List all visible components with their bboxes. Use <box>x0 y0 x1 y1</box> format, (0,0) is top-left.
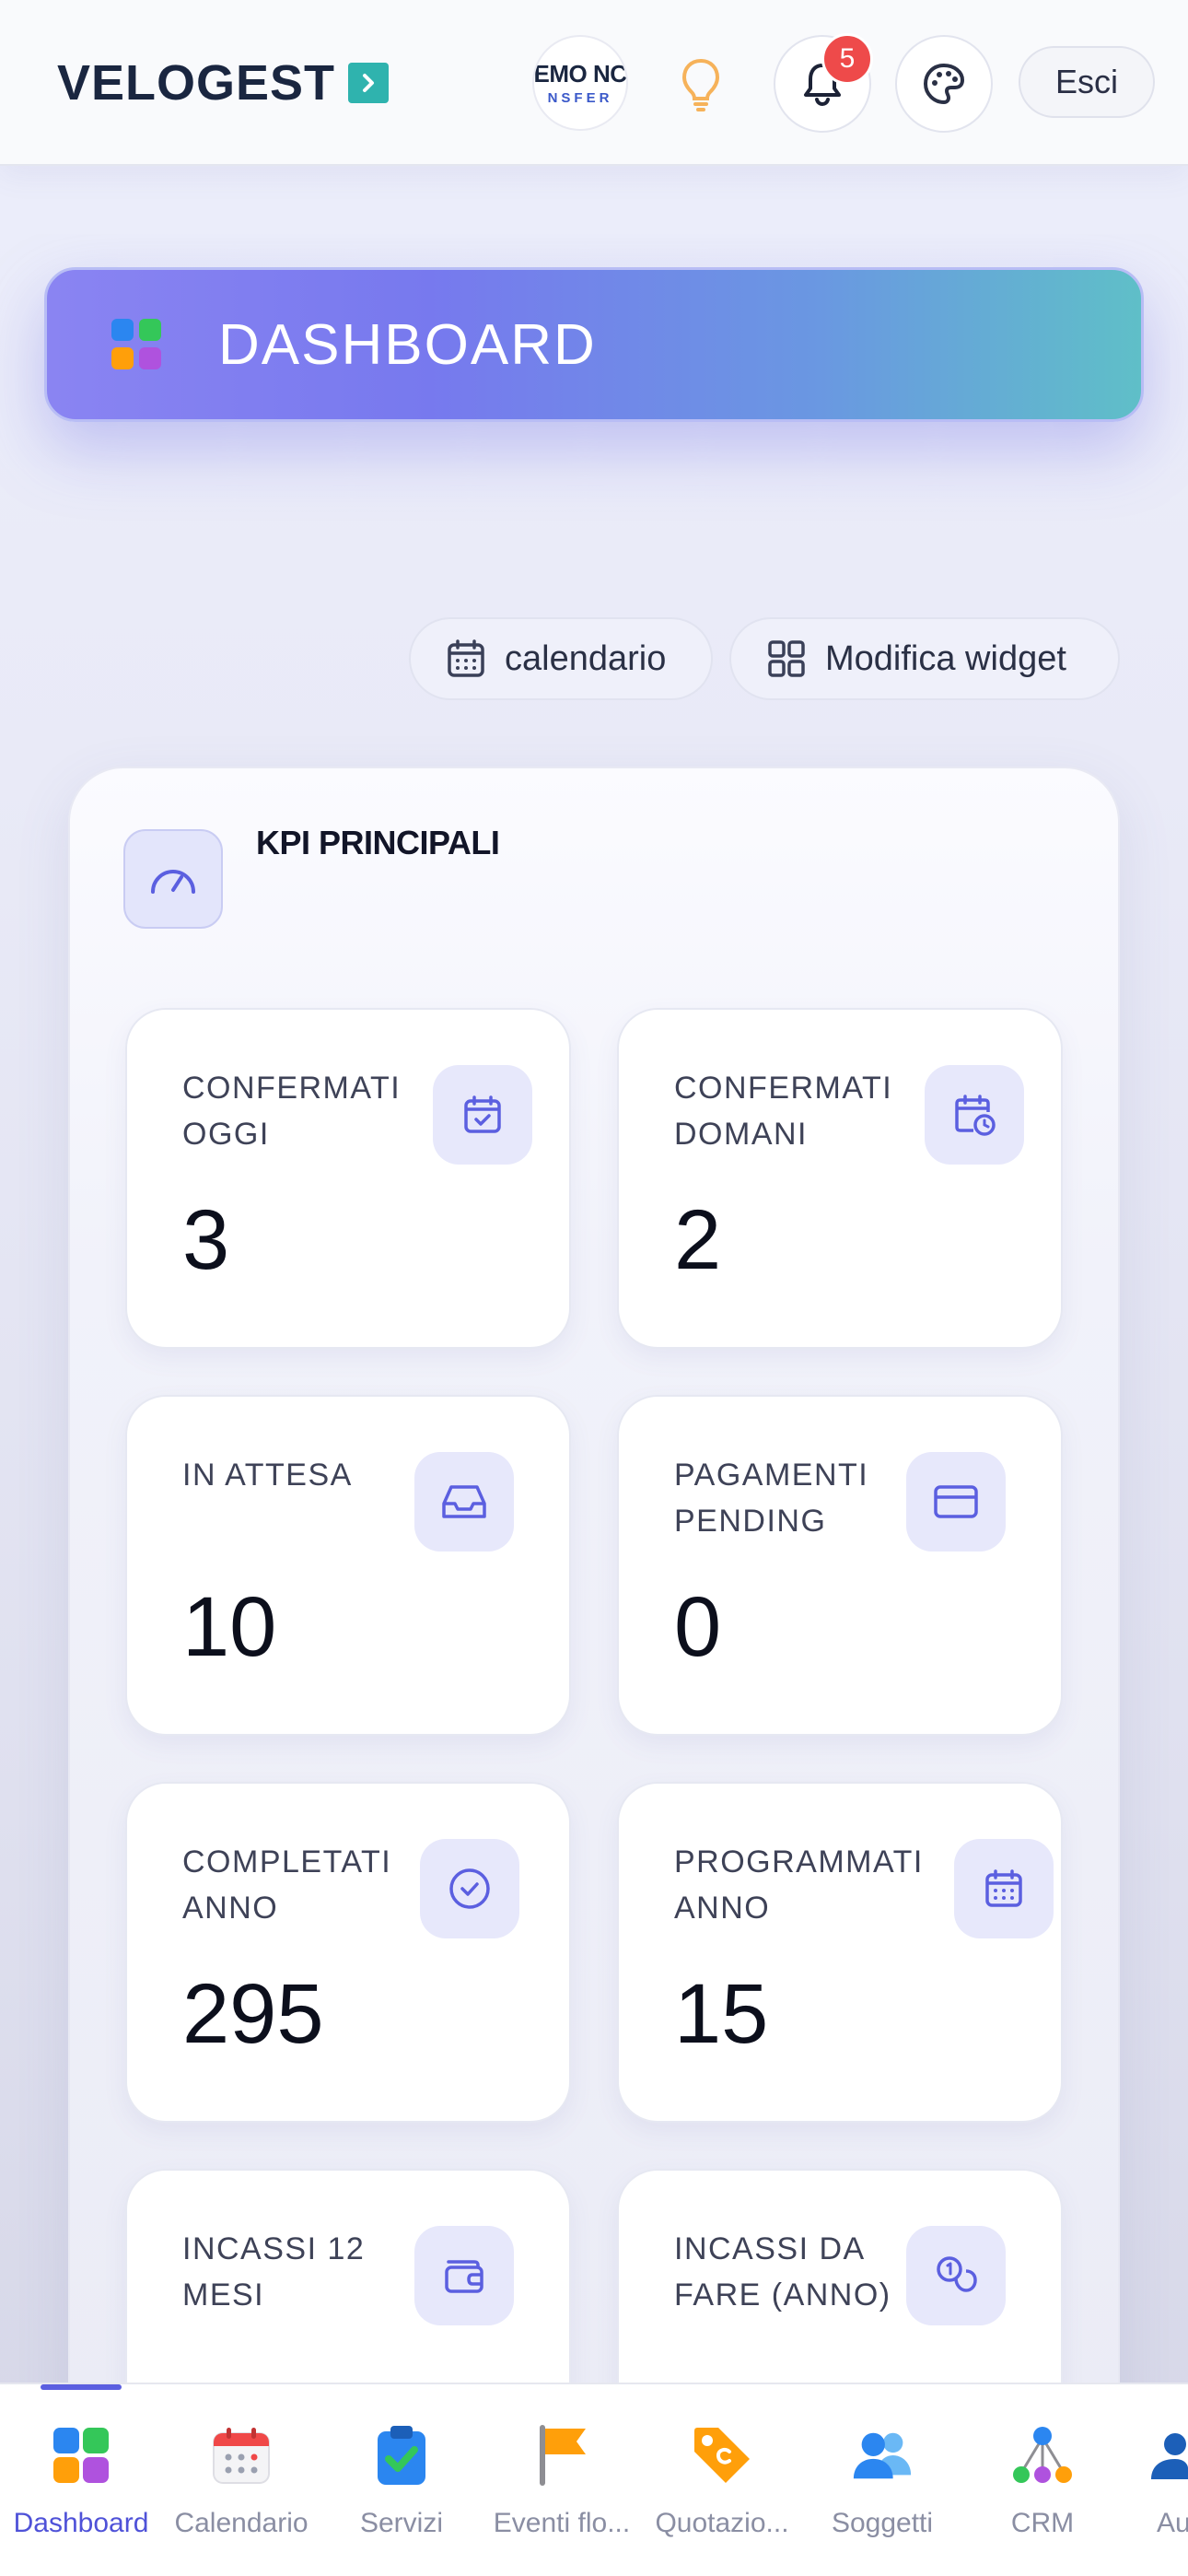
kpi-tile-confirmed-today[interactable]: CONFERMATI OGGI 3 <box>125 1008 571 1349</box>
nav-label: Servizi <box>359 2508 443 2538</box>
kpi-tile-value: 10 <box>182 1580 277 1674</box>
edit-widget-label: Modifica widget <box>825 638 1066 678</box>
nav-item-soggetti[interactable]: Soggetti <box>801 2423 963 2552</box>
calendar-icon <box>209 2423 274 2488</box>
kpi-tile-completed-year[interactable]: COMPLETATI ANNO 295 <box>125 1782 571 2123</box>
kpi-tile-scheduled-year[interactable]: PROGRAMMATI ANNO 15 <box>617 1782 1063 2123</box>
speedometer-icon <box>123 829 223 929</box>
kpi-tile-label: INCASSI 12 MESI <box>182 2231 366 2313</box>
nav-label: Calendario <box>174 2508 309 2538</box>
company-logo-line2: NSFER <box>547 90 613 106</box>
user-icon <box>1147 2423 1188 2488</box>
chevron-right-icon <box>348 63 390 103</box>
calendar-clock-icon <box>925 1065 1024 1165</box>
nav-label: Soggetti <box>831 2508 934 2538</box>
nav-item-servizi[interactable]: Servizi <box>320 2423 483 2552</box>
kpi-tile-confirmed-tomorrow[interactable]: CONFERMATI DOMANI 2 <box>617 1008 1063 1349</box>
kpi-tile-label: PROGRAMMATI ANNO <box>674 1844 924 1926</box>
dashboard-banner: DASHBOARD <box>44 267 1144 422</box>
nav-label: CRM <box>1010 2508 1075 2538</box>
calendar-button-label: calendario <box>505 638 667 678</box>
palette-icon <box>923 63 965 105</box>
nav-item-eventi-flotta[interactable]: Eventi flo... <box>481 2423 643 2552</box>
dashboard-grid-icon <box>111 319 163 370</box>
users-icon <box>850 2423 914 2488</box>
kpi-tile-label: COMPLETATI ANNO <box>182 1844 392 1926</box>
wallet-icon <box>414 2226 514 2325</box>
kpi-tile-label: PAGAMENTI PENDING <box>674 1458 869 1539</box>
active-tab-indicator <box>41 2384 122 2390</box>
network-icon <box>1010 2423 1075 2488</box>
edit-widget-button[interactable]: Modifica widget <box>729 617 1120 700</box>
kpi-tile-label: CONFERMATI DOMANI <box>674 1071 893 1152</box>
inbox-icon <box>414 1452 514 1551</box>
calendar-icon <box>448 639 484 677</box>
company-logo-line1: EMO NC <box>533 60 627 88</box>
calendar-check-icon <box>433 1065 532 1165</box>
widgets-grid-icon <box>768 640 805 677</box>
notifications-badge: 5 <box>821 33 873 85</box>
clipboard-check-icon <box>369 2423 434 2488</box>
nav-label: Dashboard <box>13 2508 149 2538</box>
nav-item-au[interactable]: Au <box>1122 2423 1188 2552</box>
kpi-tile-value: 15 <box>674 1967 769 2061</box>
credit-card-icon <box>906 1452 1006 1551</box>
kpi-tile-value: 2 <box>674 1193 722 1287</box>
calendar-button[interactable]: calendario <box>409 617 713 700</box>
dashboard-grid-icon <box>49 2423 113 2488</box>
kpi-tile-label: INCASSI DA FARE (ANNO) <box>674 2231 891 2313</box>
coins-icon <box>906 2226 1006 2325</box>
nav-item-crm[interactable]: CRM <box>961 2423 1124 2552</box>
calendar-icon <box>954 1839 1054 1938</box>
lightbulb-icon[interactable] <box>678 55 724 114</box>
company-logo[interactable]: EMO NC NSFER <box>532 35 628 131</box>
nav-item-quotazioni[interactable]: Quotazio... <box>641 2423 803 2552</box>
nav-label: Quotazio... <box>655 2508 789 2538</box>
flag-icon <box>530 2423 594 2488</box>
kpi-tile-pending[interactable]: IN ATTESA 10 <box>125 1395 571 1736</box>
theme-button[interactable] <box>895 35 993 133</box>
nav-item-calendario[interactable]: Calendario <box>160 2423 322 2552</box>
kpi-tile-label: IN ATTESA <box>182 1458 353 1493</box>
kpi-tile-payments-pending[interactable]: PAGAMENTI PENDING 0 <box>617 1395 1063 1736</box>
page-title: DASHBOARD <box>218 312 597 377</box>
brand-name: VELOGEST <box>57 55 336 111</box>
nav-label: Eventi flo... <box>493 2508 631 2538</box>
nav-label: Au <box>1157 2508 1188 2538</box>
logout-button[interactable]: Esci <box>1019 46 1155 118</box>
kpi-tile-value: 0 <box>674 1580 722 1674</box>
kpi-tile-value: 3 <box>182 1193 230 1287</box>
kpi-tile-value: 295 <box>182 1967 324 2061</box>
price-tag-icon <box>690 2423 754 2488</box>
check-circle-icon <box>420 1839 519 1938</box>
nav-item-dashboard[interactable]: Dashboard <box>0 2423 162 2552</box>
kpi-widget-title: KPI PRINCIPALI <box>256 824 500 861</box>
kpi-tile-label: CONFERMATI OGGI <box>182 1071 402 1152</box>
brand-logo[interactable]: VELOGEST <box>57 55 390 111</box>
